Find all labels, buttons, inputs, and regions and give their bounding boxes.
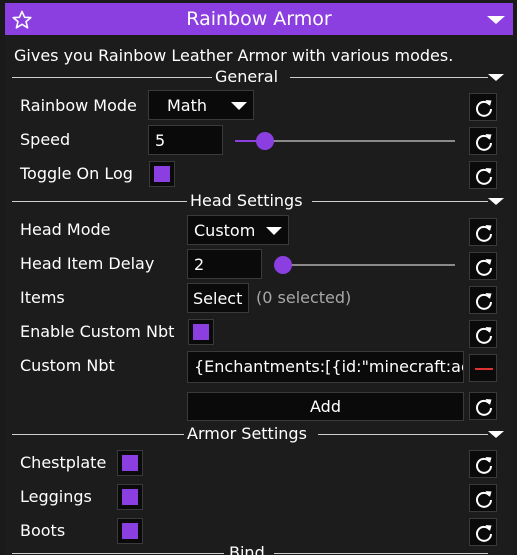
chestplate-reset-button[interactable] [469,450,497,478]
boots-reset-button[interactable] [469,518,497,546]
toggle-on-log-label: Toggle On Log [20,164,133,183]
reset-icon [476,293,492,310]
head-mode-value: Custom [194,221,256,240]
rainbow-mode-reset-button[interactable] [469,93,497,121]
items-label: Items [20,288,65,307]
reset-icon [476,491,492,508]
speed-input[interactable]: 5 [148,125,223,155]
speed-label: Speed [20,130,71,149]
reset-icon [476,399,492,416]
module-panel: Rainbow Armor Gives you Rainbow Leather … [5,3,513,555]
custom-nbt-remove-button[interactable] [469,354,497,382]
chevron-down-icon [231,102,247,110]
reset-icon [476,134,492,151]
add-button-label: Add [310,397,341,416]
reset-icon [476,525,492,542]
head-item-delay-value: 2 [194,255,205,274]
enable-custom-nbt-checkbox[interactable] [188,319,214,345]
chestplate-checkbox[interactable] [117,450,143,476]
reset-icon [476,225,492,242]
section-general: General [12,67,488,86]
head-mode-label: Head Mode [20,220,111,239]
speed-value: 5 [155,131,166,150]
boots-checkbox[interactable] [117,518,143,544]
module-title: Rainbow Armor [186,8,332,30]
leggings-checkbox[interactable] [117,484,143,510]
leggings-label: Leggings [20,487,92,506]
head-item-delay-reset-button[interactable] [469,252,497,280]
rainbow-mode-label: Rainbow Mode [20,96,137,115]
enable-custom-nbt-reset-button[interactable] [469,320,497,348]
items-select-button[interactable]: Select [187,283,249,313]
speed-reset-button[interactable] [469,127,497,155]
rainbow-mode-dropdown[interactable]: Math [148,90,254,120]
reset-icon [476,168,492,185]
head-mode-dropdown[interactable]: Custom [187,215,289,245]
head-item-delay-label: Head Item Delay [20,254,155,273]
chestplate-label: Chestplate [20,453,107,472]
head-item-delay-slider-knob[interactable] [274,256,292,274]
reset-icon [476,457,492,474]
custom-nbt-label: Custom Nbt [20,356,115,375]
custom-nbt-value: {Enchantments:[{id:"minecraft:ac [194,357,464,376]
minus-icon [475,368,493,370]
reset-icon [476,327,492,344]
chevron-down-icon [266,227,282,235]
add-button[interactable]: Add [187,392,464,421]
items-reset-button[interactable] [469,286,497,314]
section-bind-label: Bind [229,543,265,555]
reset-icon [476,100,492,117]
items-select-label: Select [193,289,243,308]
toggle-on-log-reset-button[interactable] [469,161,497,189]
head-item-delay-slider-track[interactable] [275,264,455,266]
section-armor-settings: Armor Settings [12,424,488,443]
reset-icon [476,259,492,276]
head-item-delay-input[interactable]: 2 [187,249,262,279]
items-selected-count: (0 selected) [256,288,352,307]
boots-label: Boots [20,521,66,540]
section-general-label: General [215,67,279,86]
add-reset-button[interactable] [469,392,497,420]
collapse-triangle-icon[interactable] [487,16,505,24]
section-head-collapse-icon[interactable] [488,198,504,205]
title-bar[interactable]: Rainbow Armor [5,3,513,35]
section-armor-collapse-icon[interactable] [488,431,504,438]
section-head-settings-label: Head Settings [190,191,303,210]
section-head-settings: Head Settings [12,191,488,210]
section-armor-settings-label: Armor Settings [187,424,307,443]
rainbow-mode-value: Math [167,96,208,115]
module-description: Gives you Rainbow Leather Armor with var… [14,46,454,65]
speed-slider-knob[interactable] [256,132,274,150]
leggings-reset-button[interactable] [469,484,497,512]
toggle-on-log-checkbox[interactable] [149,161,175,187]
custom-nbt-input[interactable]: {Enchantments:[{id:"minecraft:ac [187,351,464,383]
section-general-collapse-icon[interactable] [488,74,504,81]
head-mode-reset-button[interactable] [469,218,497,246]
enable-custom-nbt-label: Enable Custom Nbt [20,322,175,341]
